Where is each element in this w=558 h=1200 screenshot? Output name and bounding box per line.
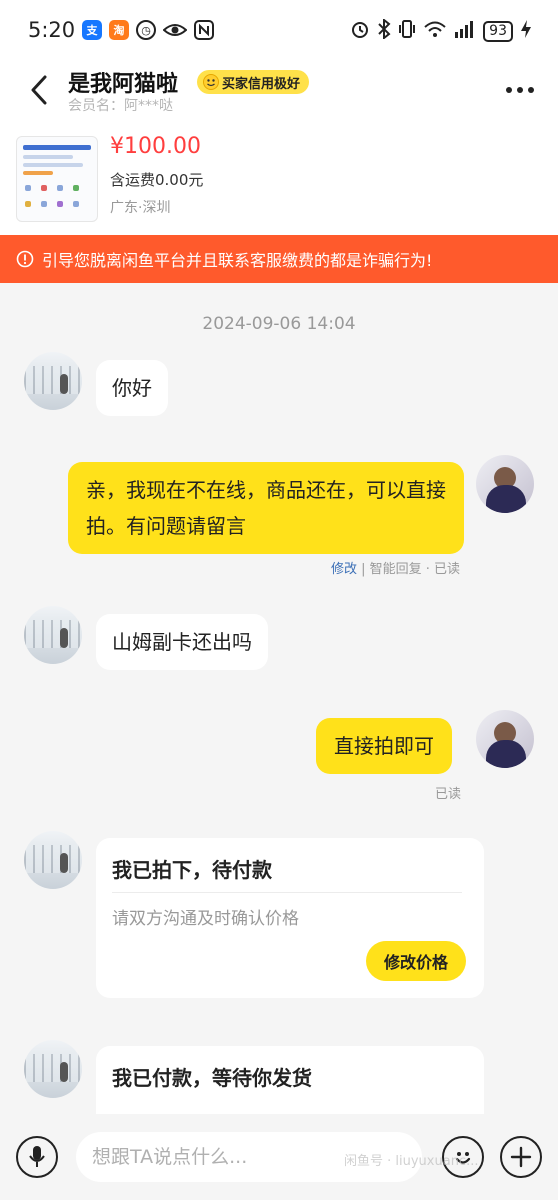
voice-input-button[interactable] <box>16 1136 58 1178</box>
alipay-icon: 支 <box>82 20 102 40</box>
my-avatar[interactable] <box>476 710 534 768</box>
plus-icon <box>510 1146 532 1168</box>
fraud-warning-text: 引导您脱离闲鱼平台并且联系客服缴费的都是诈骗行为! <box>42 251 433 270</box>
watermark: 闲鱼号 · liuyuxuanc... <box>344 1154 479 1169</box>
smiley-icon <box>203 74 219 90</box>
order-card-title: 我已拍下，待付款 <box>112 858 272 882</box>
contact-avatar[interactable] <box>24 606 82 664</box>
eye-icon <box>162 20 188 44</box>
charging-icon <box>520 19 532 43</box>
member-label: 会员名： <box>68 98 124 114</box>
battery-indicator: 93 <box>483 20 513 42</box>
status-app-icons: 支 淘 ◷ <box>82 20 214 44</box>
chat-timestamp: 2024-09-06 14:04 <box>202 314 356 334</box>
card-divider <box>112 892 462 893</box>
order-card-title: 我已付款，等待你发货 <box>112 1066 312 1090</box>
alarm-icon <box>350 19 370 43</box>
chat-header: 是我阿猫啦 买家信用极好 会员名：阿***哒 <box>0 60 558 120</box>
chevron-left-icon <box>31 75 47 105</box>
product-card[interactable]: ¥100.00 含运费0.00元 广东·深圳 <box>0 120 558 235</box>
alert-circle-icon <box>16 250 34 268</box>
clock-app-icon: ◷ <box>136 20 156 40</box>
order-status-card[interactable]: 我已拍下，待付款 请双方沟通及时确认价格 修改价格 <box>96 838 484 998</box>
status-system-icons: 93 <box>350 17 532 43</box>
taobao-icon: 淘 <box>109 20 129 40</box>
member-info: 会员名：阿***哒 <box>68 95 173 115</box>
contact-avatar[interactable] <box>24 352 82 410</box>
more-actions-button[interactable] <box>500 1136 542 1178</box>
bluetooth-icon <box>377 17 391 43</box>
member-name: 阿***哒 <box>124 98 173 114</box>
microphone-icon <box>29 1146 45 1167</box>
shipping-fee: 含运费0.00元 <box>110 171 204 189</box>
credit-badge-label: 买家信用极好 <box>222 76 301 92</box>
status-time: 5:20 <box>28 18 76 42</box>
message-bubble-incoming[interactable]: 山姆副卡还出吗 <box>96 614 268 670</box>
my-avatar[interactable] <box>476 455 534 513</box>
reply-status: | 智能回复 · 已读 <box>357 562 461 577</box>
message-bubble-outgoing[interactable]: 直接拍即可 <box>316 718 452 774</box>
more-options-button[interactable] <box>502 76 538 104</box>
status-bar: 5:20 支 淘 ◷ 93 <box>0 0 558 60</box>
message-bubble-outgoing[interactable]: 亲，我现在不在线，商品还在，可以直接拍。有问题请留言 <box>68 462 464 554</box>
credit-badge: 买家信用极好 <box>197 70 310 94</box>
product-thumbnail[interactable] <box>16 136 98 222</box>
contact-avatar[interactable] <box>24 831 82 889</box>
edit-reply-link[interactable]: 修改 <box>331 562 357 577</box>
contact-avatar[interactable] <box>24 1040 82 1098</box>
message-meta: 修改 | 智能回复 · 已读 <box>331 558 460 577</box>
fraud-warning-banner: 引导您脱离闲鱼平台并且联系客服缴费的都是诈骗行为! <box>0 235 558 283</box>
modify-price-button[interactable]: 修改价格 <box>365 941 466 981</box>
contact-name: 是我阿猫啦 <box>68 72 179 97</box>
nfc-icon <box>194 20 214 44</box>
signal-icon <box>454 20 476 42</box>
order-card-subtitle: 请双方沟通及时确认价格 <box>112 909 299 929</box>
message-bubble-incoming[interactable]: 你好 <box>96 360 168 416</box>
dot-icon <box>528 87 534 93</box>
back-button[interactable] <box>22 70 56 110</box>
dot-icon <box>506 87 512 93</box>
seller-location: 广东·深圳 <box>110 200 171 216</box>
product-price: ¥100.00 <box>110 134 201 159</box>
vibrate-icon <box>398 19 416 43</box>
dot-icon <box>517 87 523 93</box>
wifi-icon <box>423 19 447 43</box>
read-status: 已读 <box>435 787 462 802</box>
